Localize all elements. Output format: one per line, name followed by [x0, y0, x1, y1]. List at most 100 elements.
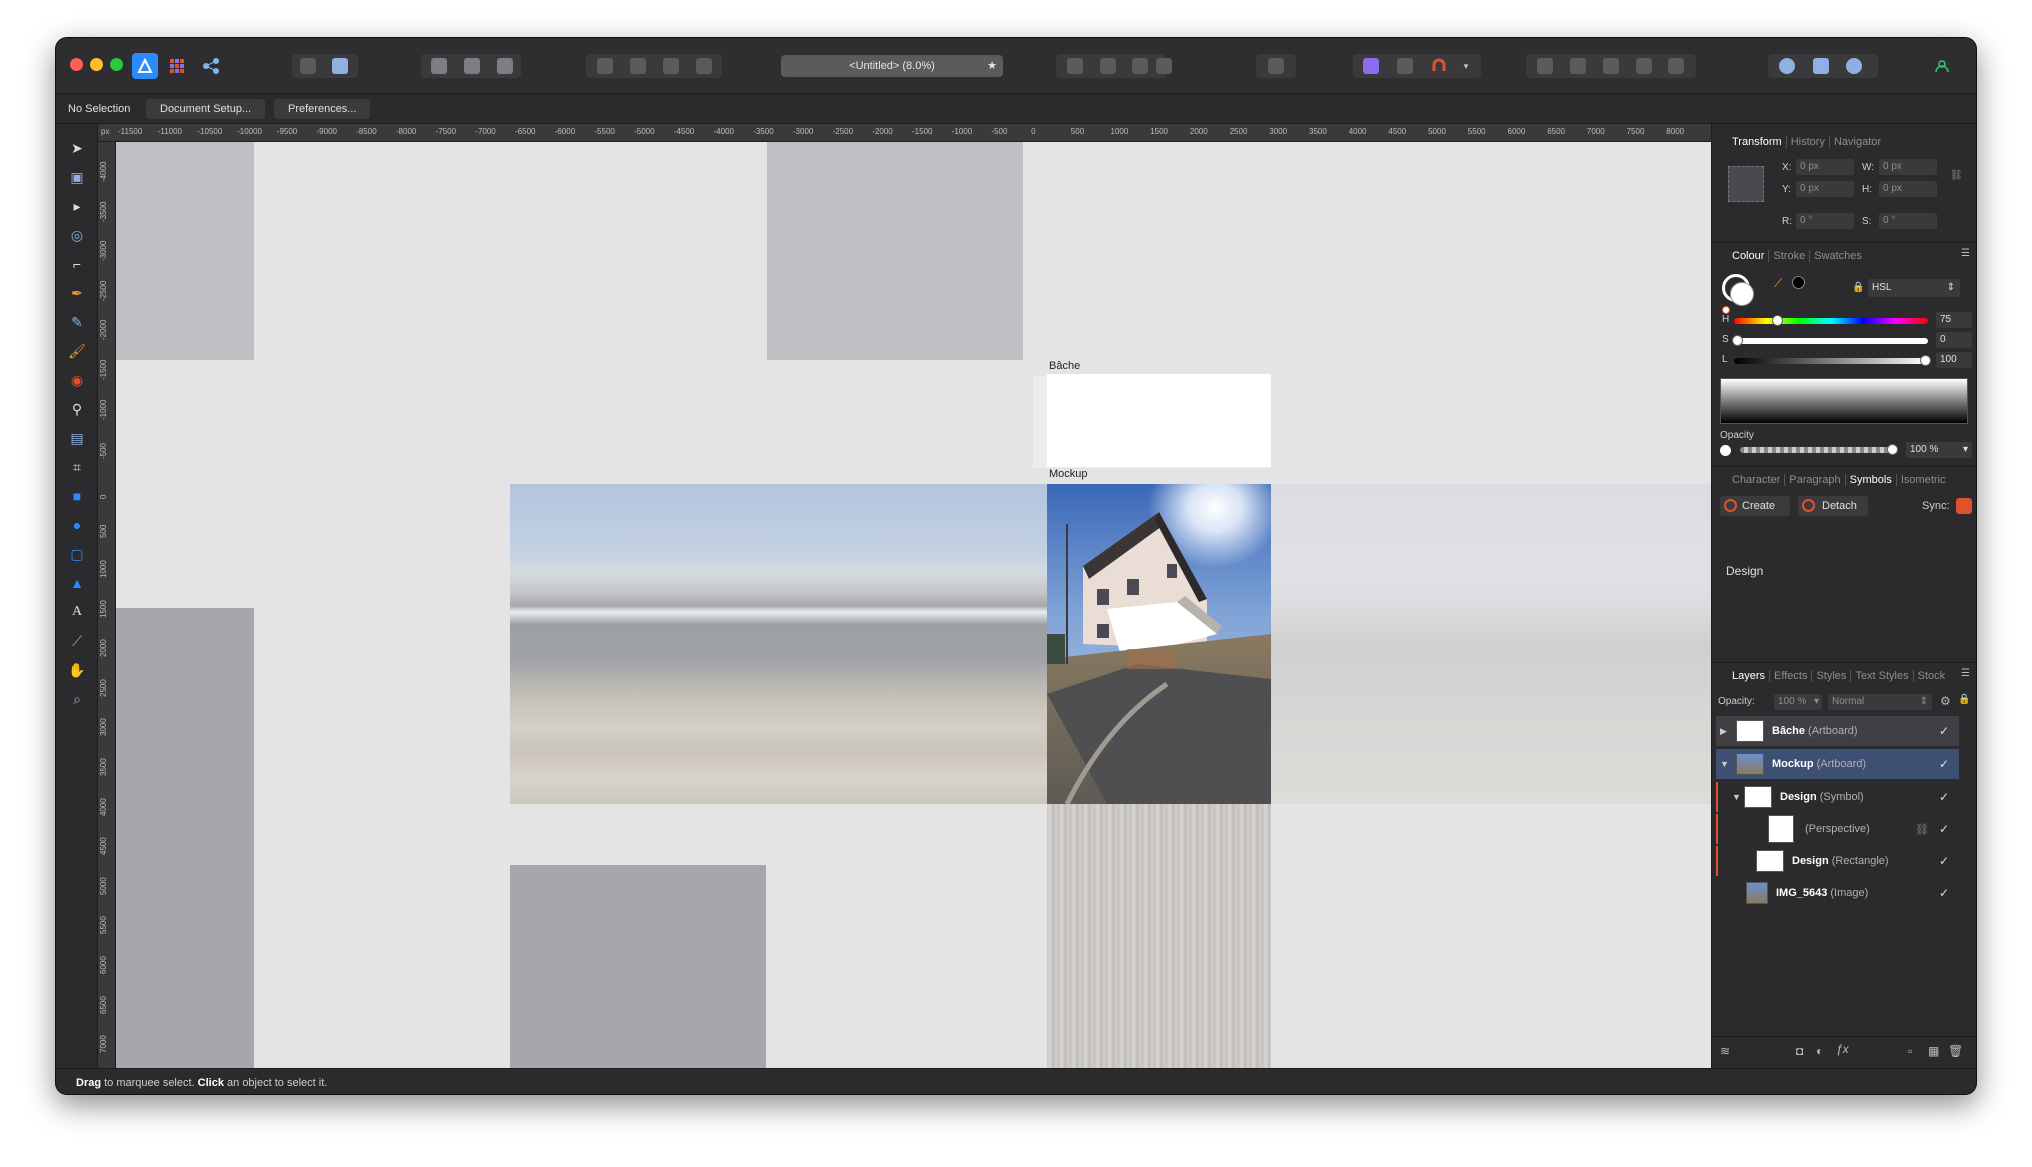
bounding-box-icon[interactable]	[464, 58, 480, 74]
document-setup-button[interactable]: Document Setup...	[146, 99, 266, 119]
artboard-label-bache[interactable]: Bâche	[1049, 360, 1080, 372]
layer-visibility-check-icon[interactable]: ✓	[1939, 886, 1949, 900]
crop-tool-icon[interactable]: ⌗	[67, 457, 87, 477]
ellipse-tool-icon[interactable]: ●	[67, 515, 87, 535]
opacity-slider[interactable]	[1740, 447, 1895, 453]
personas-studio-icon[interactable]	[1779, 58, 1795, 74]
tab-history[interactable]: History	[1791, 136, 1830, 148]
fx-icon[interactable]: ƒx	[1836, 1042, 1849, 1056]
create-symbol-button[interactable]: Create	[1720, 496, 1790, 516]
transform-origin-icon[interactable]	[431, 58, 447, 74]
artboard-mockup[interactable]	[1047, 484, 1271, 804]
lightness-field[interactable]: 100	[1936, 352, 1972, 368]
pixel-persona-icon[interactable]	[166, 51, 188, 81]
artboard-tool-icon[interactable]: ▣	[67, 167, 87, 187]
pencil-tool-icon[interactable]: ✎	[67, 312, 87, 332]
tab-symbols[interactable]: Symbols	[1850, 474, 1897, 486]
tab-swatches[interactable]: Swatches	[1814, 250, 1866, 262]
tab-layers[interactable]: Layers	[1732, 670, 1771, 682]
rectangle-tool-icon[interactable]: ■	[67, 486, 87, 506]
symbol-item-design[interactable]: Design	[1726, 564, 1763, 578]
flip-vertical-icon[interactable]	[1100, 58, 1116, 74]
shear-field[interactable]: 0 °	[1879, 213, 1937, 229]
layer-row-image[interactable]: IMG_5643 (Image) ✓	[1716, 878, 1959, 908]
layers-menu-icon[interactable]: ☰	[1961, 668, 1970, 679]
sync-toggle-icon[interactable]	[1956, 498, 1972, 514]
point-transform-tool-icon[interactable]: ◎	[67, 225, 87, 245]
layer-row-design-rectangle[interactable]: Design (Rectangle) ✓	[1716, 846, 1959, 876]
rotation-field[interactable]: 0 °	[1796, 213, 1854, 229]
layer-row-design-symbol[interactable]: ▼ Design (Symbol) ✓	[1716, 782, 1959, 812]
snapping-magnet-icon[interactable]	[1428, 51, 1450, 81]
x-field[interactable]: 0 px	[1796, 159, 1854, 175]
transparency-tool-icon[interactable]: ⚲	[67, 399, 87, 419]
hue-field[interactable]: 75	[1936, 312, 1972, 328]
close-window-button[interactable]	[70, 58, 83, 71]
add-boolean-icon[interactable]	[1537, 58, 1553, 74]
layer-row-mockup[interactable]: ▼ Mockup (Artboard) ✓	[1716, 749, 1959, 779]
preferences-button[interactable]: Preferences...	[274, 99, 371, 119]
assistant-icon[interactable]	[300, 58, 316, 74]
anchor-point-selector[interactable]	[1728, 166, 1764, 202]
add-layer-icon[interactable]: ▫	[1908, 1044, 1912, 1058]
node-tool-icon[interactable]: ▸	[67, 196, 87, 216]
place-image-tool-icon[interactable]: ▤	[67, 428, 87, 448]
move-forward-icon[interactable]	[663, 58, 679, 74]
artboard-bache[interactable]	[1047, 374, 1271, 467]
tab-stock[interactable]: Stock	[1918, 670, 1950, 682]
delete-layer-trash-icon[interactable]: 🗑	[1948, 1044, 1963, 1058]
saturation-slider[interactable]	[1734, 338, 1928, 344]
document-title[interactable]: <Untitled> (8.0%) ★	[781, 55, 1003, 77]
export-persona-icon[interactable]	[200, 51, 222, 81]
align-icon[interactable]	[1268, 58, 1284, 74]
vector-brush-tool-icon[interactable]: 🖌	[67, 341, 87, 361]
tab-text-styles[interactable]: Text Styles	[1855, 670, 1914, 682]
layers-stack-icon[interactable]: ≋	[1720, 1044, 1730, 1058]
fill-color-well[interactable]	[1730, 282, 1754, 306]
y-field[interactable]: 0 px	[1796, 181, 1854, 197]
group-layers-icon[interactable]: ▦	[1928, 1044, 1939, 1058]
tab-navigator[interactable]: Navigator	[1834, 136, 1885, 148]
layer-lock-icon[interactable]: 🔒	[1958, 694, 1970, 705]
intersect-boolean-icon[interactable]	[1603, 58, 1619, 74]
move-to-back-icon[interactable]	[597, 58, 613, 74]
rotate-right-icon[interactable]	[1156, 58, 1172, 74]
layer-collapse-chevron-icon[interactable]: ▼	[1720, 759, 1736, 769]
triangle-tool-icon[interactable]: ▲	[67, 573, 87, 593]
history-studio-icon[interactable]	[1846, 58, 1862, 74]
canvas[interactable]: Bâche Mockup	[116, 142, 1711, 1068]
layer-visibility-check-icon[interactable]: ✓	[1939, 724, 1949, 738]
tab-stroke[interactable]: Stroke	[1773, 250, 1811, 262]
layer-settings-gear-icon[interactable]: ⚙	[1940, 694, 1951, 708]
w-field[interactable]: 0 px	[1879, 159, 1937, 175]
color-picker-tool-icon[interactable]: ⟋	[67, 631, 87, 651]
divide-boolean-icon[interactable]	[1668, 58, 1684, 74]
horizontal-ruler[interactable]: px -11500 -11000 -10500 -10000 -9500 -9000 -85…	[98, 124, 1711, 142]
layer-visibility-check-icon[interactable]: ✓	[1939, 757, 1949, 771]
hand-tool-icon[interactable]: ✋	[67, 660, 87, 680]
pen-tool-icon[interactable]: ✒	[67, 283, 87, 303]
detach-symbol-button[interactable]: Detach	[1798, 496, 1868, 516]
picked-color-swatch[interactable]	[1792, 276, 1805, 289]
add-mask-icon[interactable]: ◘	[1796, 1044, 1803, 1058]
lightness-slider-handle[interactable]	[1920, 355, 1931, 366]
tab-paragraph[interactable]: Paragraph	[1789, 474, 1846, 486]
lightness-slider[interactable]	[1734, 358, 1928, 364]
flip-horizontal-icon[interactable]	[1067, 58, 1083, 74]
rotate-left-icon[interactable]	[1132, 58, 1148, 74]
layer-row-bache[interactable]: ▶ Bâche (Artboard) ✓	[1716, 716, 1959, 746]
tab-effects[interactable]: Effects	[1774, 670, 1813, 682]
link-icon[interactable]: ⛓	[1915, 823, 1929, 836]
hue-slider-handle[interactable]	[1772, 315, 1783, 326]
color-model-select[interactable]: HSL ⇕	[1868, 279, 1960, 297]
minimize-window-button[interactable]	[90, 58, 103, 71]
guides-icon[interactable]	[1397, 58, 1413, 74]
user-icon[interactable]	[1932, 51, 1952, 81]
text-tool-icon[interactable]: A	[67, 602, 87, 622]
artboard-label-mockup[interactable]: Mockup	[1049, 468, 1088, 480]
corner-tool-icon[interactable]: ⌐	[67, 254, 87, 274]
blend-mode-select[interactable]: Normal ⇕	[1828, 694, 1932, 710]
rotate-box-icon[interactable]	[497, 58, 513, 74]
vertical-ruler[interactable]: -4000 -3500 -3000 -2500 -2000 -1500 -1000 -500 0…	[98, 142, 116, 1068]
move-to-front-icon[interactable]	[696, 58, 712, 74]
